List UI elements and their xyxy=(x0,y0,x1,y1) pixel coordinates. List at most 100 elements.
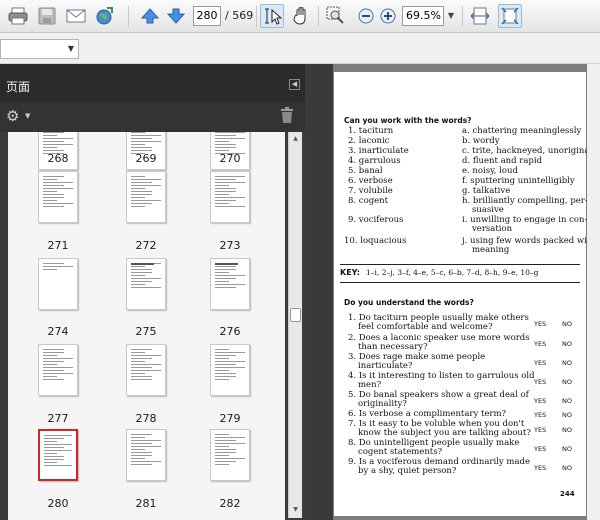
yes-option: YES xyxy=(534,445,547,453)
thumbnail-scrollbar[interactable]: ▲ ▼ xyxy=(288,132,302,518)
scroll-up-icon[interactable]: ▲ xyxy=(289,132,302,145)
page-thumbnail[interactable] xyxy=(126,258,166,310)
no-option: NO xyxy=(562,359,572,367)
word-item: 6. verbose xyxy=(348,176,393,186)
thumbnail-label: 281 xyxy=(135,497,157,510)
question-line: inarticulate? xyxy=(358,361,413,371)
page-total-label: / 569 xyxy=(225,9,254,22)
zoom-dropdown-icon[interactable]: ▼ xyxy=(445,6,457,26)
word-item: 10. loquacious xyxy=(344,236,407,246)
no-option: NO xyxy=(562,340,572,348)
page-thumbnail[interactable] xyxy=(210,171,250,223)
zoom-in-icon[interactable] xyxy=(376,4,400,28)
definition-item: suasive xyxy=(472,205,504,215)
page-thumbnail[interactable] xyxy=(126,171,166,223)
no-option: NO xyxy=(562,464,572,472)
page-thumbnail[interactable] xyxy=(38,171,78,223)
page-thumbnail[interactable] xyxy=(126,429,166,481)
thumbnail-label: 279 xyxy=(219,412,241,425)
question-line: feel comfortable and welcome? xyxy=(358,322,493,332)
yes-option: YES xyxy=(534,340,547,348)
collapse-panel-icon[interactable]: ◀ xyxy=(289,79,300,90)
gear-icon[interactable]: ⚙ xyxy=(6,107,19,125)
prev-page-icon[interactable] xyxy=(138,4,162,28)
page-thumbnail[interactable] xyxy=(210,429,250,481)
word-item: 1. taciturn xyxy=(348,126,394,136)
fit-width-icon[interactable] xyxy=(468,4,492,28)
thumbnail-label: 269 xyxy=(135,152,157,165)
word-item: 3. inarticulate xyxy=(348,146,409,156)
thumbnail-label: 268 xyxy=(47,152,69,165)
no-option: NO xyxy=(562,320,572,328)
thumbnail-label: 271 xyxy=(47,239,69,252)
thumbnail-label: 277 xyxy=(47,412,69,425)
definition-item: meaning xyxy=(472,245,510,255)
thumbnail-label: 282 xyxy=(219,497,241,510)
document-page: Can you work with the words? 1. taciturn… xyxy=(334,72,596,516)
no-option: NO xyxy=(562,378,572,386)
word-item: 7. volubile xyxy=(348,186,393,196)
fit-page-icon[interactable] xyxy=(498,4,522,28)
yes-option: YES xyxy=(534,359,547,367)
thumbnail-grid: 268 269 270 271 272 273 274 275 276 277 278 279 280 2… xyxy=(8,132,285,520)
section-heading-2: Do you understand the words? xyxy=(344,298,474,307)
question-line: know the subject you are talking about? xyxy=(358,428,531,438)
toolbar-combo-box[interactable]: ▼ xyxy=(0,39,79,59)
scroll-down-icon[interactable]: ▼ xyxy=(289,503,302,516)
question-line: by a shy, quiet person? xyxy=(358,466,457,476)
no-option: NO xyxy=(562,445,572,453)
next-page-icon[interactable] xyxy=(164,4,188,28)
definition-item: f. sputtering unintelligibly xyxy=(462,176,575,186)
page-number-input[interactable]: 280 xyxy=(193,6,221,26)
zoom-out-icon[interactable] xyxy=(354,4,378,28)
document-viewer: Can you work with the words? 1. taciturn… xyxy=(305,64,600,520)
page-thumbnail[interactable] xyxy=(38,344,78,396)
options-dropdown-icon[interactable]: ▼ xyxy=(25,112,30,120)
question-line: cogent statements? xyxy=(358,447,443,457)
page-thumbnail[interactable] xyxy=(38,429,78,481)
page-thumbnail[interactable] xyxy=(38,258,78,310)
pages-panel: 页面 ◀ ⚙ ▼ 268 269 270 271 272 273 274 275 276 277 2… xyxy=(0,64,305,520)
thumbnail-label: 273 xyxy=(219,239,241,252)
select-tool-icon[interactable] xyxy=(260,4,284,28)
marquee-zoom-icon[interactable] xyxy=(324,4,348,28)
word-item: 5. banal xyxy=(348,166,383,176)
key-text: 1–i, 2–j, 3–f, 4–e, 5–c, 6–b, 7–d, 8–h, … xyxy=(366,268,539,277)
no-option: NO xyxy=(562,411,572,419)
thumbnail-label: 276 xyxy=(219,325,241,338)
definition-item: b. wordy xyxy=(462,136,500,146)
print-icon[interactable] xyxy=(6,4,30,28)
scrollbar-thumb[interactable] xyxy=(290,308,301,322)
section-heading-1: Can you work with the words? xyxy=(344,116,472,125)
word-item: 2. laconic xyxy=(348,136,390,146)
zoom-level-input[interactable]: 69.5% xyxy=(402,6,444,26)
thumbnail-label: 278 xyxy=(135,412,157,425)
question-line: originality? xyxy=(358,399,407,409)
word-item: 9. vociferous xyxy=(348,215,404,225)
yes-option: YES xyxy=(534,411,547,419)
page-number: 244 xyxy=(560,490,575,498)
page-thumbnail[interactable] xyxy=(210,344,250,396)
page-thumbnail[interactable] xyxy=(126,344,166,396)
save-icon[interactable] xyxy=(35,4,59,28)
hand-tool-icon[interactable] xyxy=(290,4,314,28)
secondary-toolbar: ▼ xyxy=(0,33,600,64)
email-icon[interactable] xyxy=(64,4,88,28)
page-thumbnail[interactable] xyxy=(210,258,250,310)
yes-option: YES xyxy=(534,397,547,405)
word-item: 8. cogent xyxy=(348,196,389,206)
viewer-scrollbar[interactable] xyxy=(587,64,600,520)
share-globe-icon[interactable] xyxy=(92,4,116,28)
definition-item: e. noisy, loud xyxy=(462,166,518,176)
panel-tools: ⚙ ▼ xyxy=(0,102,305,132)
definition-item: c. trite, hackneyed, unoriginal xyxy=(462,146,593,156)
yes-option: YES xyxy=(534,426,547,434)
thumbnail-label: 280 xyxy=(47,497,69,510)
definition-item: g. talkative xyxy=(462,186,511,196)
question-line: 6. Is verbose a complimentary term? xyxy=(348,409,507,419)
key-label: KEY: xyxy=(340,268,360,277)
panel-title: 页面 xyxy=(6,80,31,94)
trash-icon[interactable] xyxy=(280,107,294,124)
main-toolbar: 280 / 569 69.5% ▼ xyxy=(0,0,600,33)
divider xyxy=(340,264,580,265)
